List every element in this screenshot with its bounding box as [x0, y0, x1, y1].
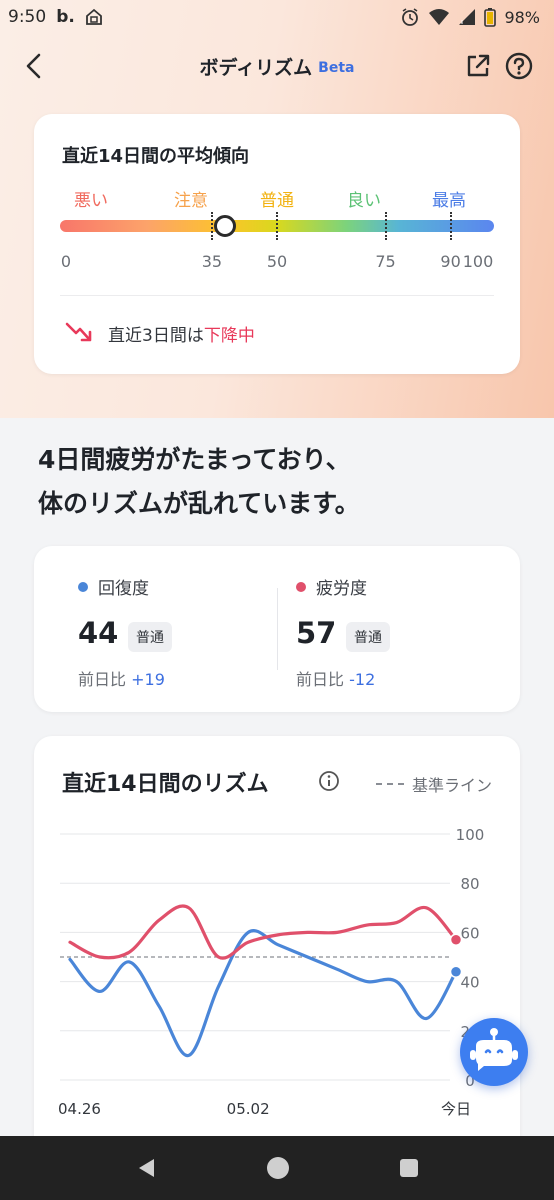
external-share-icon	[467, 54, 490, 77]
y-tick-label: 40	[460, 974, 479, 992]
x-tick-label: 04.26	[58, 1100, 101, 1118]
wifi-icon	[429, 9, 450, 25]
chatbot-icon	[470, 1028, 518, 1071]
recovery-value: 44	[78, 616, 119, 650]
average-trend-card: 直近14日間の平均傾向 悪い 注意 普通 良い 最高 0 35 50 75 90 100 直近3日…	[34, 114, 520, 374]
recovery-diff-value: +19	[131, 670, 165, 689]
level-label-2: 普通	[260, 191, 294, 211]
average-indicator-knob	[213, 215, 236, 237]
score-divider	[277, 588, 278, 670]
headline-line-2: 体のリズムが乱れています。	[38, 489, 360, 518]
alarm-icon	[402, 8, 419, 26]
status-time: 9:50	[8, 7, 47, 27]
status-app-badge: b.	[56, 7, 75, 27]
signal-icon	[459, 9, 476, 25]
battery-percent: 98%	[504, 7, 540, 27]
nav-recents-icon[interactable]	[398, 1157, 420, 1179]
trend-card-title: 直近14日間の平均傾向	[62, 146, 250, 167]
recovery-score: 回復度 44 普通 前日比 +19	[78, 546, 298, 712]
nav-back-icon[interactable]	[134, 1156, 158, 1180]
scale-number: 75	[375, 252, 396, 271]
trend-prefix: 直近3日間は	[108, 325, 204, 346]
fatigue-score: 疲労度 57 普通 前日比 -12	[296, 546, 516, 712]
beta-badge: Beta	[318, 60, 355, 76]
x-tick-label: 今日	[441, 1100, 471, 1118]
fatigue-value: 57	[296, 616, 337, 650]
level-label-4: 最高	[432, 191, 466, 211]
rhythm-chart-card: 直近14日間のリズム 基準ライン 02040608010004.2605.02今…	[34, 736, 520, 1156]
recovery-label: 回復度	[98, 579, 149, 599]
system-nav-bar	[0, 1136, 554, 1200]
rhythm-line-chart: 02040608010004.2605.02今日	[58, 826, 485, 1118]
level-label-1: 注意	[174, 191, 208, 211]
fatigue-diff-label: 前日比	[296, 670, 345, 689]
scale-number: 50	[266, 252, 288, 271]
recovery-dot	[78, 581, 88, 592]
battery-icon	[484, 8, 497, 27]
share-button[interactable]	[464, 52, 492, 80]
page-title: ボディリズム	[199, 56, 313, 79]
assistant-fab-button[interactable]	[460, 1018, 528, 1086]
series-endpoint-1	[449, 933, 463, 947]
y-tick-label: 100	[456, 826, 485, 844]
recent-trend-row: 直近3日間は 下降中	[64, 320, 255, 346]
summary-headline: 4日間疲労がたまっており、 体のリズムが乱れています。	[38, 438, 528, 526]
back-button[interactable]	[18, 50, 50, 82]
scale-number: 35	[201, 252, 223, 271]
app-header: ボディリズム Beta	[0, 42, 554, 90]
trending-down-icon	[65, 322, 92, 342]
headline-line-1: 4日間疲労がたまっており、	[38, 445, 351, 474]
home-notification-icon	[85, 8, 102, 25]
series-endpoint-0	[449, 965, 463, 979]
help-button[interactable]	[504, 51, 534, 81]
question-circle-icon	[505, 52, 533, 80]
fatigue-diff-value: -12	[349, 670, 376, 689]
trend-status: 下降中	[203, 325, 255, 346]
y-tick-label: 80	[460, 875, 479, 893]
scale-tick	[384, 212, 387, 240]
scale-tick	[210, 212, 213, 240]
fatigue-dot	[296, 581, 306, 592]
recovery-label-row: 回復度	[78, 574, 149, 599]
recovery-badge: 普通	[128, 622, 172, 652]
recovery-diff-label: 前日比	[78, 670, 127, 689]
scale-number: 90	[440, 252, 461, 271]
level-label-3: 良い	[347, 191, 381, 211]
fatigue-badge: 普通	[346, 622, 390, 652]
scale-tick	[276, 212, 278, 240]
y-tick-label: 60	[460, 924, 479, 942]
level-label-0: 悪い	[74, 191, 108, 211]
nav-home-icon[interactable]	[265, 1155, 291, 1181]
fatigue-label-row: 疲労度	[296, 574, 367, 599]
chevron-left-icon	[26, 53, 41, 79]
x-tick-label: 05.02	[227, 1100, 270, 1118]
status-bar: 9:50 b. 98%	[0, 0, 554, 34]
score-card: 回復度 44 普通 前日比 +19 疲労度 57 普通 前日比 -12	[34, 546, 520, 712]
scale-tick	[449, 212, 452, 240]
scale-number: 100	[462, 252, 494, 271]
recovery-diff: 前日比 +19	[78, 666, 165, 690]
scale-number: 0	[60, 252, 72, 271]
fatigue-diff: 前日比 -12	[296, 666, 375, 690]
fatigue-label: 疲労度	[316, 579, 367, 599]
series-line-0	[68, 929, 458, 1058]
card-divider	[60, 295, 494, 296]
